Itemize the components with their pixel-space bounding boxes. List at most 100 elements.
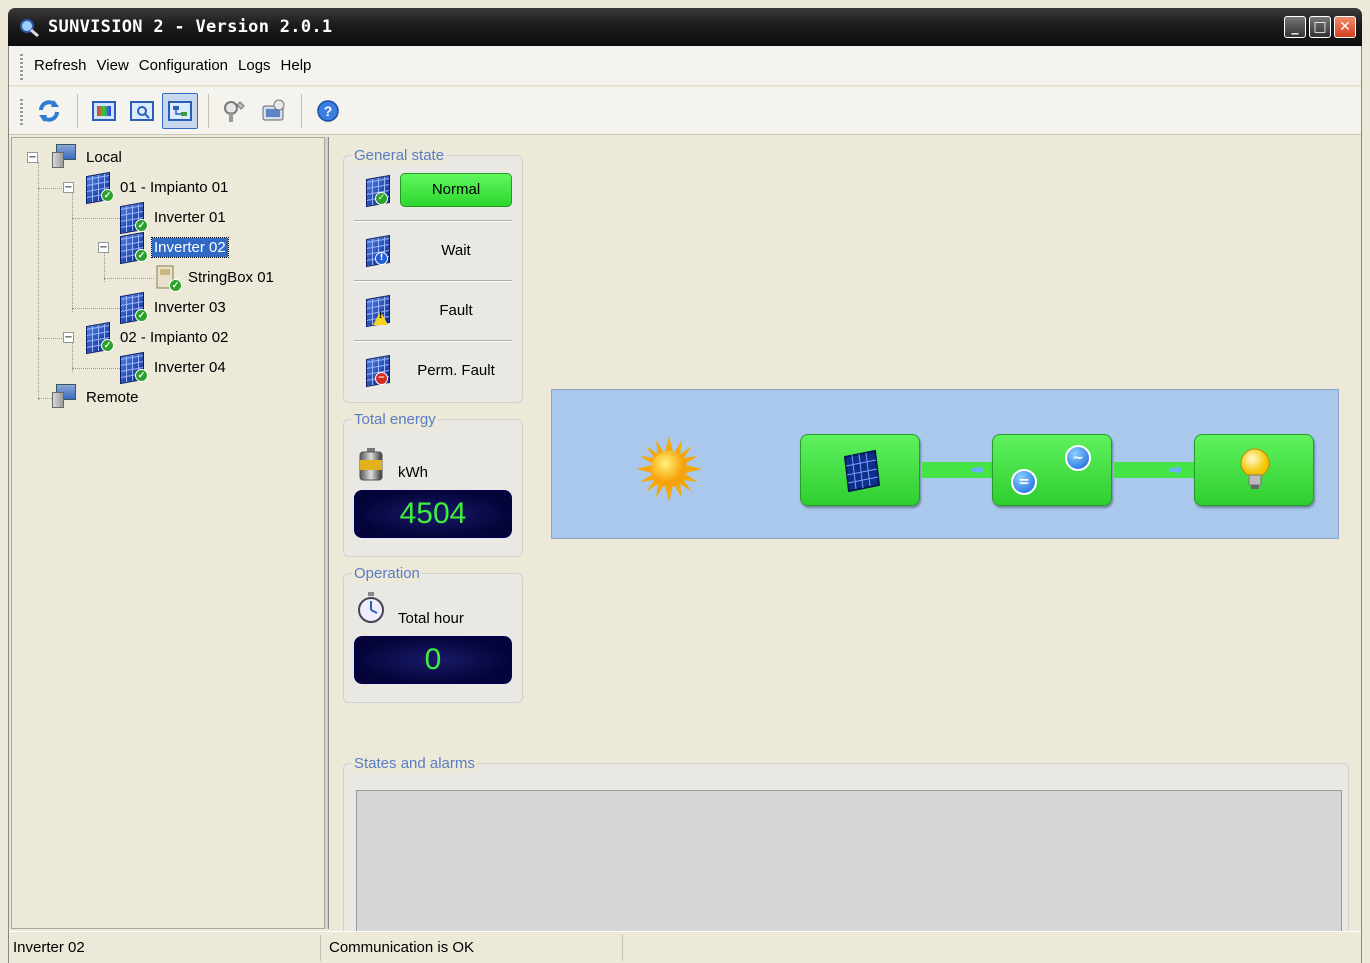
tree-line — [104, 278, 154, 279]
sun-icon — [634, 434, 704, 504]
state-wait-label: Wait — [441, 241, 471, 259]
state-fault-row: ! Fault — [354, 286, 514, 334]
main-window: Refresh View Configuration Logs Help ? −… — [8, 46, 1362, 963]
menu-configuration[interactable]: Configuration — [134, 57, 233, 74]
energy-unit: kWh — [398, 464, 428, 481]
menu-refresh[interactable]: Refresh — [29, 57, 92, 74]
tree-item-plant1[interactable]: ✓ 01 - Impianto 01 — [86, 171, 230, 205]
general-state-title: General state — [352, 147, 447, 164]
tools-icon[interactable] — [217, 93, 253, 129]
state-perm-fault-row: − Perm. Fault — [354, 346, 514, 394]
state-normal-row: ✓ Normal — [354, 166, 514, 214]
toolbar: ? — [9, 87, 1361, 135]
inverter-block: = ~ — [992, 434, 1112, 506]
solar-panel-icon: ✓ — [120, 291, 148, 325]
config-icon[interactable] — [255, 93, 291, 129]
computer-network-icon — [52, 384, 78, 410]
energy-value-display: 4504 — [354, 490, 512, 538]
state-fault-label: Fault — [439, 301, 473, 319]
refresh-icon[interactable] — [31, 93, 67, 129]
tree-item-label: 02 - Impianto 02 — [120, 328, 229, 346]
toolbar-separator — [208, 93, 209, 128]
lightbulb-icon — [1237, 447, 1273, 497]
tree-item-label: Inverter 04 — [154, 358, 226, 376]
toolbar-separator — [301, 93, 302, 128]
tree-line — [72, 192, 73, 312]
total-energy-title: Total energy — [352, 411, 438, 428]
tree-item-label: Inverter 02 — [151, 236, 229, 258]
dc-icon: = — [1011, 469, 1037, 495]
tree-item-label: Inverter 01 — [154, 208, 226, 226]
tree-item-stringbox01[interactable]: ✓ StringBox 01 — [154, 264, 276, 292]
toolbar-separator — [77, 93, 78, 128]
menu-bar: Refresh View Configuration Logs Help — [9, 46, 1361, 86]
solar-plant-icon: ✓ — [86, 321, 114, 355]
tree-item-label: StringBox 01 — [188, 268, 274, 286]
collapse-plant1-toggle[interactable]: − — [63, 182, 74, 193]
menu-logs[interactable]: Logs — [233, 57, 276, 74]
battery-icon — [358, 448, 384, 481]
stringbox-icon: ✓ — [154, 264, 182, 292]
operation-label: Total hour — [398, 610, 464, 627]
menu-help[interactable]: Help — [276, 57, 317, 74]
svg-text:?: ? — [324, 103, 333, 119]
collapse-plant2-toggle[interactable]: − — [63, 332, 74, 343]
tree-item-label: Local — [86, 148, 122, 166]
tree-item-plant2[interactable]: ✓ 02 - Impianto 02 — [86, 321, 230, 355]
states-alarms-title: States and alarms — [352, 755, 477, 772]
close-button[interactable]: ✕ — [1334, 16, 1356, 38]
menu-view[interactable]: View — [92, 57, 134, 74]
solar-panel-error-icon: − — [360, 354, 390, 388]
view-detail-icon[interactable] — [124, 93, 160, 129]
tree-item-inverter04[interactable]: ✓ Inverter 04 — [120, 351, 228, 385]
tree-item-local[interactable]: Local — [52, 144, 124, 170]
load-block — [1194, 434, 1314, 506]
tree-item-remote[interactable]: Remote — [52, 384, 141, 410]
energy-flow-diagram: = ~ — [551, 389, 1339, 539]
flow-link-ac — [1114, 462, 1196, 478]
solar-panel-warning-icon: ! — [360, 294, 390, 328]
tree-line — [72, 218, 122, 219]
help-icon[interactable]: ? — [310, 93, 346, 129]
detail-panel: General state ✓ Normal ! Wait ! Fault − … — [331, 137, 1361, 963]
device-tree[interactable]: − − − − Local ✓ 01 - Impianto 01 ✓ Inver… — [11, 137, 325, 929]
solar-plant-icon: ✓ — [86, 171, 114, 205]
panel-splitter[interactable] — [325, 137, 329, 929]
stopwatch-icon — [356, 592, 386, 624]
title-bar[interactable]: SUNVISION 2 - Version 2.0.1 _ □ ✕ — [8, 8, 1362, 46]
solar-panel-info-icon: ! — [360, 234, 390, 268]
collapse-local-toggle[interactable]: − — [27, 152, 38, 163]
tree-item-label: Remote — [86, 388, 139, 406]
tree-item-inverter03[interactable]: ✓ Inverter 03 — [120, 291, 228, 325]
operation-title: Operation — [352, 565, 422, 582]
operation-value-display: 0 — [354, 636, 512, 684]
state-perm-fault-label: Perm. Fault — [417, 361, 495, 379]
state-normal-indicator: Normal — [400, 173, 512, 207]
status-communication: Communication is OK — [321, 934, 623, 961]
view-panel-icon[interactable] — [86, 93, 122, 129]
tree-item-inverter02[interactable]: ✓ Inverter 02 — [120, 231, 229, 265]
status-device: Inverter 02 — [9, 934, 321, 961]
status-empty — [623, 935, 1361, 961]
tree-item-label: 01 - Impianto 01 — [120, 178, 229, 196]
toolbar-grip[interactable] — [20, 99, 23, 125]
solar-panel-block — [800, 434, 920, 506]
tree-item-inverter01[interactable]: ✓ Inverter 01 — [120, 201, 228, 235]
solar-panel-icon: ✓ — [120, 231, 148, 265]
menu-grip[interactable] — [20, 54, 23, 80]
maximize-button[interactable]: □ — [1309, 16, 1331, 38]
flow-link-dc — [922, 462, 994, 478]
status-bar: Inverter 02 Communication is OK — [9, 931, 1361, 963]
general-state-group: General state ✓ Normal ! Wait ! Fault − … — [343, 147, 523, 403]
minimize-button[interactable]: _ — [1284, 16, 1306, 38]
view-tree-icon[interactable] — [162, 92, 198, 129]
solar-panel-icon: ✓ — [120, 351, 148, 385]
computer-icon — [52, 144, 78, 170]
operation-group: Operation Total hour 0 — [343, 565, 523, 703]
state-divider — [354, 340, 512, 342]
state-wait-row: ! Wait — [354, 226, 514, 274]
arrow-right-icon — [972, 465, 984, 475]
collapse-inverter02-toggle[interactable]: − — [98, 242, 109, 253]
ac-wave-icon: ~ — [1065, 445, 1091, 471]
state-divider — [354, 280, 512, 282]
